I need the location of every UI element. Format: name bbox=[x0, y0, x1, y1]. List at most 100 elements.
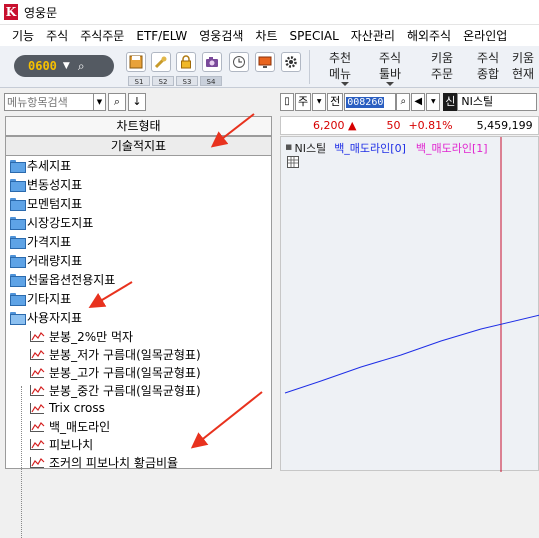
speaker-icon[interactable]: ◀ bbox=[411, 93, 426, 111]
menu-special[interactable]: SPECIAL bbox=[284, 25, 345, 46]
chevron-down-icon[interactable]: ▼ bbox=[426, 93, 441, 111]
stock-overview-button[interactable]: 주식 종합 bbox=[470, 50, 506, 86]
slot-s2[interactable]: S2 bbox=[152, 76, 174, 86]
credit-badge: 신 bbox=[443, 93, 458, 111]
folder-icon bbox=[10, 235, 26, 249]
folder-price[interactable]: 가격지표 bbox=[10, 232, 71, 250]
button-label-line1: 주식 bbox=[476, 51, 500, 65]
menu-stock[interactable]: 주식 bbox=[40, 25, 74, 46]
menu-overseas-stock[interactable]: 해외주식 bbox=[401, 25, 457, 46]
folder-momentum[interactable]: 모멘텀지표 bbox=[10, 194, 82, 212]
toolbar-divider bbox=[309, 50, 310, 84]
folder-volume[interactable]: 거래량지표 bbox=[10, 251, 82, 269]
folder-icon bbox=[10, 159, 26, 173]
recommended-menu-button[interactable]: 추천 메뉴 bbox=[322, 50, 358, 86]
menu-search-input[interactable] bbox=[4, 93, 94, 111]
tree-item-label: 분봉_고가 구름대(일목균형표) bbox=[49, 365, 201, 380]
menu-stock-order[interactable]: 주식주문 bbox=[74, 25, 130, 46]
chart-panel: ▯ 주 ▼ 전 008260 ⌕ ◀ ▼ 신 NI스틸 6,200 ▲ 50 +… bbox=[278, 88, 539, 472]
menu-online[interactable]: 온라인업 bbox=[457, 25, 513, 46]
search-icon[interactable]: ⌕ bbox=[78, 59, 85, 74]
folder-label: 시장강도지표 bbox=[27, 215, 94, 230]
chevron-down-icon[interactable]: ▼ bbox=[94, 93, 106, 111]
tree-item-label: 백_매도라인 bbox=[49, 419, 111, 434]
folder-icon bbox=[10, 254, 26, 268]
stock-toolbar-button[interactable]: 주식 툴바 bbox=[370, 50, 410, 86]
tab-technical-indicator[interactable]: 기술적지표 bbox=[5, 136, 272, 156]
tree-item[interactable]: 백_매도라인 bbox=[30, 417, 110, 435]
change-rate: +0.81% bbox=[408, 119, 453, 132]
tab-chart-type[interactable]: 차트형태 bbox=[5, 116, 272, 136]
gear-icon[interactable] bbox=[281, 52, 301, 72]
stock-code-input[interactable]: 008260 bbox=[344, 93, 397, 111]
menu-etf-elw[interactable]: ETF/ELW bbox=[130, 25, 193, 46]
search-icon[interactable]: ⌕ bbox=[108, 93, 126, 111]
tree-item[interactable]: 분봉_저가 구름대(일목균형표) bbox=[30, 345, 201, 363]
folder-volatility[interactable]: 변동성지표 bbox=[10, 175, 82, 193]
monitor-icon[interactable] bbox=[255, 52, 275, 72]
arrow-down-icon[interactable]: ↓ bbox=[128, 93, 146, 111]
line-chart-icon bbox=[30, 402, 45, 414]
folder-label: 가격지표 bbox=[27, 234, 72, 249]
tree-item-label: 분봉_저가 구름대(일목균형표) bbox=[49, 347, 201, 362]
brush-icon[interactable] bbox=[151, 52, 171, 72]
tree-item[interactable]: 분봉_중간 구름대(일목균형표) bbox=[30, 381, 201, 399]
save-icon[interactable] bbox=[126, 52, 146, 72]
tree-item[interactable]: 분봉_고가 구름대(일목균형표) bbox=[30, 363, 201, 381]
tree-item[interactable]: 피보나치 bbox=[30, 435, 93, 453]
price-chart[interactable]: ▪ NI스틸 백_매도라인[0] 백_매도라인[1] bbox=[280, 136, 539, 472]
camera-icon[interactable] bbox=[202, 52, 222, 72]
tree-item[interactable]: Trix cross bbox=[30, 399, 105, 417]
folder-user-indicators[interactable]: 사용자지표 bbox=[10, 308, 82, 326]
screen-code-box[interactable]: 0600 ▼ ⌕ bbox=[14, 55, 114, 77]
button-label-line1: 주식 bbox=[378, 51, 402, 65]
line-chart-icon bbox=[30, 330, 45, 342]
tree-item[interactable]: 조커의 피보나치 황금비율 bbox=[30, 453, 178, 471]
menu-hero-search[interactable]: 영웅검색 bbox=[193, 25, 249, 46]
stock-name: NI스틸 bbox=[457, 93, 538, 111]
tree-item[interactable]: 분봉_2%만 먹자 bbox=[30, 327, 133, 345]
legend-marker: ▪ bbox=[285, 140, 293, 153]
button-label-line2: 툴바 bbox=[378, 67, 402, 81]
volume: 5,459,199 bbox=[476, 119, 533, 132]
folder-market-strength[interactable]: 시장강도지표 bbox=[10, 213, 93, 231]
market-select[interactable]: 전 bbox=[327, 93, 344, 111]
line-chart-icon bbox=[30, 384, 45, 396]
indicator-panel: ▼ ⌕ ↓ 차트형태 기술적지표 추세지표 변동성지표 모멘텀지표 시장강도지표… bbox=[0, 88, 276, 538]
kiwoom-order-button[interactable]: 키움 주문 bbox=[424, 50, 460, 86]
chevron-down-icon[interactable]: ▼ bbox=[312, 93, 327, 111]
lock-icon[interactable] bbox=[176, 52, 196, 72]
tree-guide-line bbox=[21, 386, 22, 538]
tree-item-label: 조커의 피보나치 황금비율 bbox=[49, 455, 179, 470]
slot-s1[interactable]: S1 bbox=[128, 76, 150, 86]
line-chart-icon bbox=[30, 348, 45, 360]
button-label-line2: 종합 bbox=[476, 67, 500, 81]
chevron-down-icon[interactable]: ▼ bbox=[63, 61, 70, 71]
clock-icon[interactable] bbox=[229, 52, 249, 72]
chart-canvas bbox=[284, 137, 539, 472]
folder-futures-options[interactable]: 선물옵션전용지표 bbox=[10, 270, 115, 288]
kiwoom-current-button[interactable]: 키움 현재 bbox=[512, 50, 539, 86]
menu-chart[interactable]: 차트 bbox=[249, 25, 283, 46]
folder-label: 기타지표 bbox=[27, 291, 72, 306]
menu-search-row: ▼ ⌕ ↓ bbox=[4, 93, 146, 111]
folder-trend[interactable]: 추세지표 bbox=[10, 156, 71, 174]
grid-icon[interactable] bbox=[287, 156, 299, 168]
search-icon[interactable]: ⌕ bbox=[396, 93, 411, 111]
stock-code-value[interactable]: 008260 bbox=[346, 96, 385, 108]
tree-item-label: 분봉_중간 구름대(일목균형표) bbox=[49, 383, 201, 398]
period-select[interactable]: 주 bbox=[295, 93, 312, 111]
window-title: 영웅문 bbox=[24, 5, 58, 20]
folder-other[interactable]: 기타지표 bbox=[10, 289, 71, 307]
slot-s4[interactable]: S4 bbox=[200, 76, 222, 86]
line-chart-icon bbox=[30, 366, 45, 378]
kiwoom-logo-icon: K bbox=[4, 4, 18, 20]
menu-function[interactable]: 기능 bbox=[0, 25, 40, 46]
slot-s3[interactable]: S3 bbox=[176, 76, 198, 86]
title-bar: K 영웅문 bbox=[0, 0, 539, 24]
menu-asset-management[interactable]: 자산관리 bbox=[345, 25, 401, 46]
folder-label: 모멘텀지표 bbox=[27, 196, 83, 211]
window-toggle-icon[interactable]: ▯ bbox=[280, 93, 294, 111]
tree-item-label: 분봉_2%만 먹자 bbox=[49, 329, 134, 344]
screen-code-value[interactable]: 0600 bbox=[28, 59, 57, 73]
